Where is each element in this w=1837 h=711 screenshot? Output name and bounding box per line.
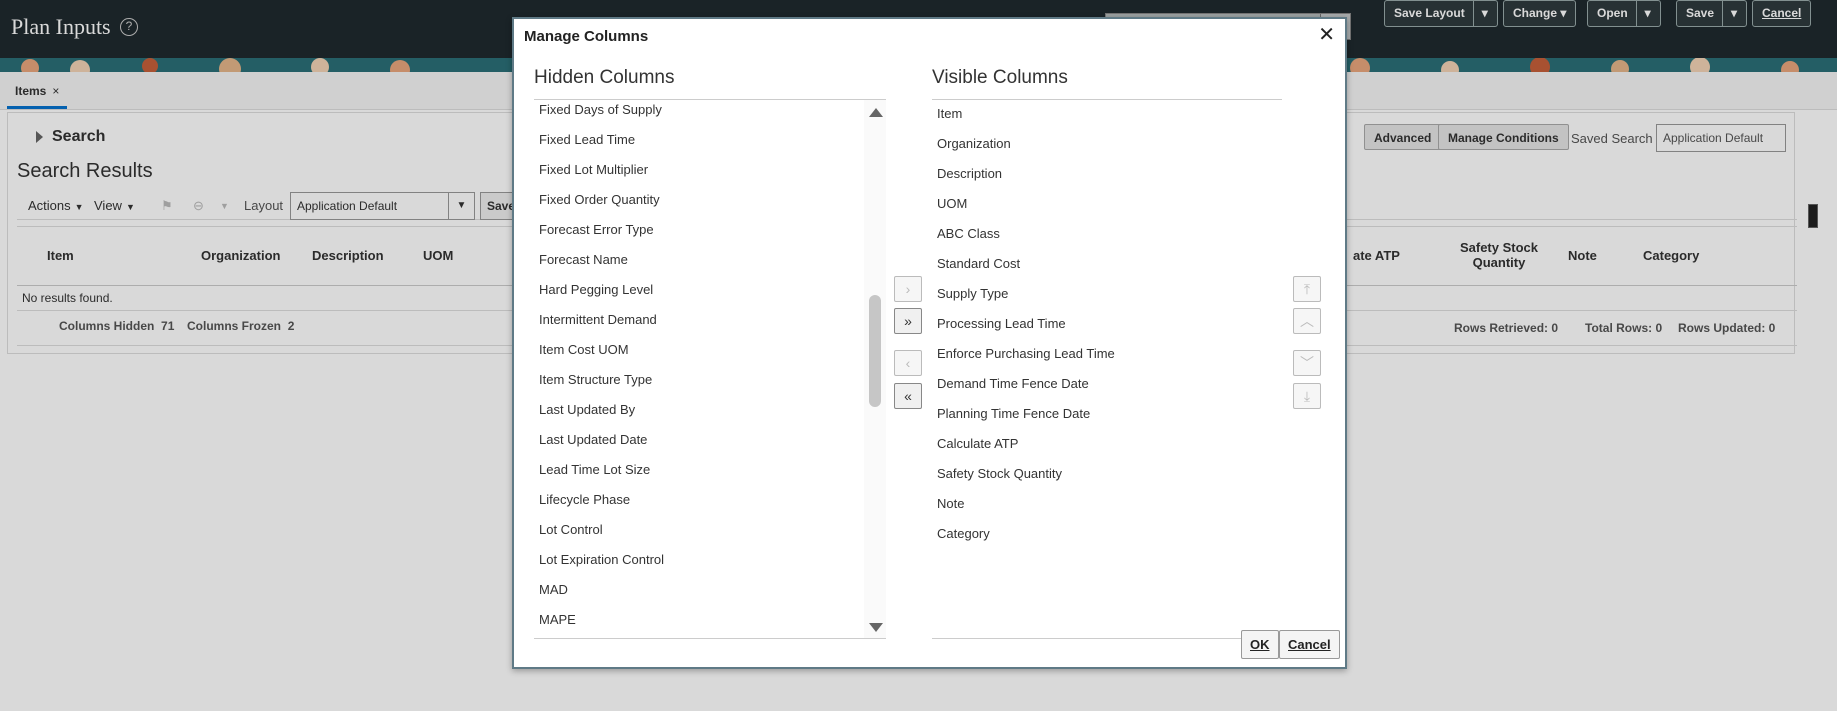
list-item[interactable]: Fixed Days of Supply xyxy=(539,102,662,117)
list-item[interactable]: Fixed Lead Time xyxy=(539,132,635,147)
list-item[interactable]: ABC Class xyxy=(937,226,1000,241)
list-item[interactable]: Calculate ATP xyxy=(937,436,1018,451)
ok-button[interactable]: OK xyxy=(1241,630,1279,659)
list-item[interactable]: Lot Expiration Control xyxy=(539,552,664,567)
list-item[interactable]: Forecast Error Type xyxy=(539,222,654,237)
list-item[interactable]: Intermittent Demand xyxy=(539,312,657,327)
dialog-title: Manage Columns xyxy=(524,28,649,45)
close-icon[interactable]: ✕ xyxy=(1318,25,1335,45)
list-item[interactable]: Enforce Purchasing Lead Time xyxy=(937,346,1115,361)
move-up-button[interactable]: ︿ xyxy=(1293,308,1321,334)
list-item[interactable]: Hard Pegging Level xyxy=(539,282,653,297)
list-item[interactable]: Item xyxy=(937,106,962,121)
list-item[interactable]: Supply Type xyxy=(937,286,1008,301)
list-item[interactable]: UOM xyxy=(937,196,967,211)
list-item[interactable]: Description xyxy=(937,166,1002,181)
list-item[interactable]: Fixed Order Quantity xyxy=(539,192,660,207)
visible-columns-list[interactable]: Item Organization Description UOM ABC Class S… xyxy=(932,99,1282,639)
hidden-list-scrollbar[interactable] xyxy=(864,100,886,638)
move-top-button[interactable]: ⤒ xyxy=(1293,276,1321,302)
dialog-cancel-button[interactable]: Cancel xyxy=(1279,630,1340,659)
move-selected-left-button[interactable]: ‹ xyxy=(894,350,922,376)
move-selected-right-button[interactable]: › xyxy=(894,276,922,302)
list-item[interactable]: Forecast Name xyxy=(539,252,628,267)
list-item[interactable]: Item Structure Type xyxy=(539,372,652,387)
list-item[interactable]: Organization xyxy=(937,136,1011,151)
list-item[interactable]: Last Updated Date xyxy=(539,432,647,447)
list-item[interactable]: Standard Cost xyxy=(937,256,1020,271)
move-down-button[interactable]: ﹀ xyxy=(1293,350,1321,376)
move-all-left-button[interactable]: « xyxy=(894,383,922,409)
list-item[interactable]: MAD xyxy=(539,582,568,597)
hidden-columns-list[interactable]: Fixed Days of Supply Fixed Lead Time Fixed… xyxy=(534,99,886,639)
move-all-right-button[interactable]: » xyxy=(894,308,922,334)
list-item[interactable]: Planning Time Fence Date xyxy=(937,406,1090,421)
list-item[interactable]: Last Updated By xyxy=(539,402,635,417)
manage-columns-dialog: Manage Columns ✕ Hidden Columns Visible … xyxy=(512,17,1347,669)
list-item[interactable]: MAPE xyxy=(539,612,576,627)
scroll-thumb[interactable] xyxy=(869,295,881,407)
list-item[interactable]: Lifecycle Phase xyxy=(539,492,630,507)
list-item[interactable]: Lot Control xyxy=(539,522,603,537)
move-bottom-button[interactable]: ⤓ xyxy=(1293,383,1321,409)
list-item[interactable]: Processing Lead Time xyxy=(937,316,1066,331)
list-item[interactable]: Note xyxy=(937,496,964,511)
scroll-down-icon[interactable] xyxy=(869,623,883,632)
list-item[interactable]: Lead Time Lot Size xyxy=(539,462,650,477)
list-item[interactable]: Item Cost UOM xyxy=(539,342,629,357)
hidden-columns-title: Hidden Columns xyxy=(534,67,675,88)
list-item[interactable]: Fixed Lot Multiplier xyxy=(539,162,648,177)
list-item[interactable]: Category xyxy=(937,526,990,541)
list-item[interactable]: Safety Stock Quantity xyxy=(937,466,1062,481)
list-item[interactable]: Demand Time Fence Date xyxy=(937,376,1089,391)
visible-columns-title: Visible Columns xyxy=(932,67,1068,88)
scroll-up-icon[interactable] xyxy=(869,108,883,117)
